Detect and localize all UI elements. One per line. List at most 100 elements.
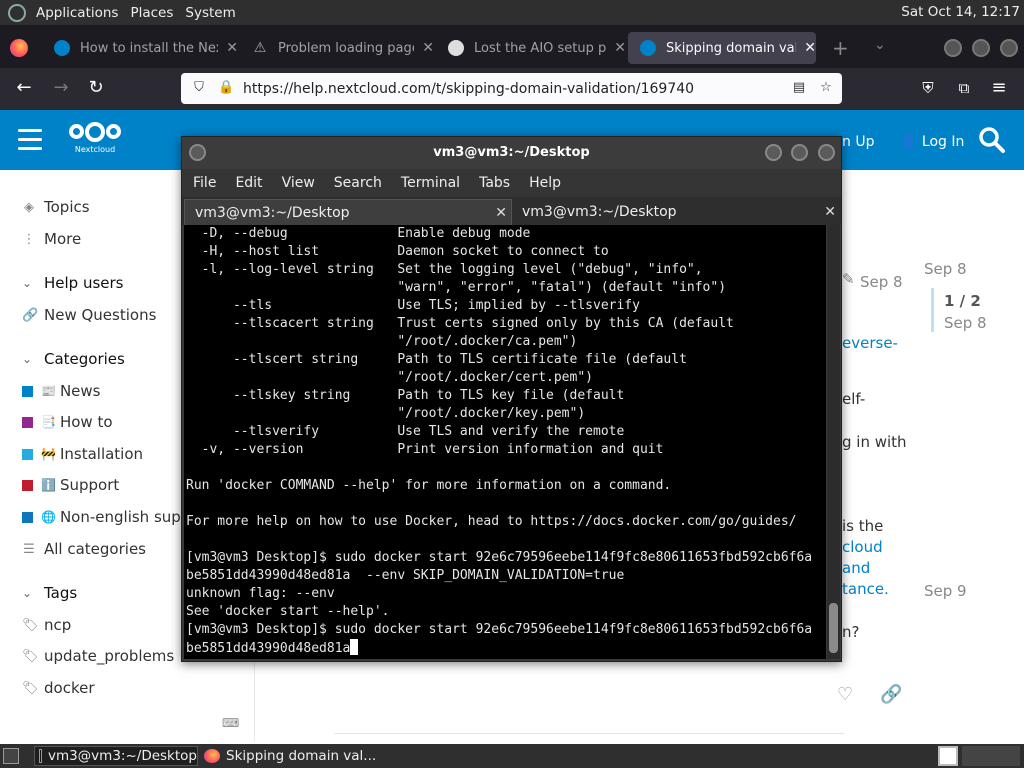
close-icon[interactable]: ✕ <box>495 200 507 226</box>
post-link-fragment[interactable]: cloud <box>842 538 883 556</box>
sign-up-button[interactable]: n Up <box>842 134 874 150</box>
close-icon[interactable]: ✕ <box>226 40 238 56</box>
reload-icon[interactable]: ↻ <box>85 77 107 99</box>
post-link-fragment[interactable]: and <box>842 559 870 577</box>
sidebar-item-tag-ncp[interactable]: 🏷 ncp <box>22 616 71 634</box>
hamburger-menu-icon[interactable] <box>18 129 42 151</box>
maximize-button[interactable] <box>972 39 990 57</box>
timeline-end-date[interactable]: Sep 9 <box>924 582 967 600</box>
post-date[interactable]: Sep 8 <box>860 273 903 291</box>
sidebar-item-topics[interactable]: ◈ Topics <box>22 198 90 216</box>
distro-logo-icon[interactable] <box>8 3 26 22</box>
sidebar-item-more[interactable]: ⋮ More <box>22 230 82 248</box>
pocket-icon[interactable]: ⛨ <box>917 77 939 99</box>
sidebar-item-all-categories[interactable]: ☰ All categories <box>22 540 146 558</box>
firefox-icon[interactable] <box>10 39 28 57</box>
section-categories[interactable]: ⌄ Categories <box>22 350 125 368</box>
tab-lost-aio[interactable]: Lost the AIO setup page ✕ <box>436 32 626 64</box>
menu-search[interactable]: Search <box>334 175 382 191</box>
sidebar-item-label: ncp <box>44 616 72 634</box>
minimize-button[interactable] <box>944 39 962 57</box>
sidebar-item-how-to[interactable]: 📑 How to <box>22 413 113 431</box>
nextcloud-icon <box>640 40 656 56</box>
keyboard-icon[interactable]: ⌨ <box>222 716 239 730</box>
window-menu-button[interactable] <box>189 144 206 161</box>
log-in-button[interactable]: 👤 Log In <box>900 134 964 150</box>
back-arrow-icon[interactable]: ← <box>13 77 35 99</box>
maximize-button[interactable] <box>791 144 808 161</box>
like-heart-icon[interactable]: ♡ <box>837 684 853 705</box>
applications-menu[interactable]: Applications <box>30 5 124 21</box>
timeline-scroller[interactable] <box>931 288 934 332</box>
close-icon[interactable]: ✕ <box>824 199 836 225</box>
taskbar-item-terminal[interactable]: vm3@vm3:~/Desktop <box>34 746 198 766</box>
close-window-button[interactable] <box>1000 39 1018 57</box>
section-tags[interactable]: ⌄ Tags <box>22 584 77 602</box>
terminal-line: -D, --debug Enable debug mode <box>186 226 531 241</box>
post-link-fragment[interactable]: tance. <box>842 580 889 598</box>
share-link-icon[interactable]: 🔗 <box>880 684 902 705</box>
taskbar-item-firefox[interactable]: Skipping domain val... <box>204 746 424 766</box>
reader-view-icon[interactable]: ▤ <box>791 80 807 96</box>
places-menu[interactable]: Places <box>124 5 179 21</box>
menu-file[interactable]: File <box>193 175 216 191</box>
tab-skipping-domain[interactable]: Skipping domain validation ✕ <box>628 32 816 64</box>
newspaper-icon: 📰 <box>41 384 56 398</box>
terminal-output[interactable]: -D, --debug Enable debug mode -H, --host… <box>184 225 826 659</box>
minimize-button[interactable] <box>765 144 782 161</box>
workspace-switcher[interactable] <box>962 746 1020 766</box>
url-text[interactable]: https://help.nextcloud.com/t/skipping-do… <box>243 81 694 97</box>
globe-icon: 🌐 <box>41 510 56 524</box>
shield-icon[interactable]: ⛉ <box>191 80 207 96</box>
url-bar[interactable]: ⛉ 🔒 https://help.nextcloud.com/t/skippin… <box>181 73 842 104</box>
new-tab-icon[interactable]: + <box>832 36 849 60</box>
close-icon[interactable]: ✕ <box>804 40 816 56</box>
tag-icon: 🏷 <box>22 617 39 633</box>
sidebar-item-support[interactable]: ℹ️ Support <box>22 476 119 494</box>
terminal-tab-1[interactable]: vm3@vm3:~/Desktop ✕ <box>184 199 512 225</box>
forward-arrow-icon[interactable]: → <box>50 77 72 99</box>
terminal-line: --tlskey string Path to TLS key file (de… <box>186 388 625 403</box>
post-link-fragment[interactable]: everse- <box>842 334 898 352</box>
terminal-title-bar[interactable]: vm3@vm3:~/Desktop <box>182 137 841 169</box>
nextcloud-logo[interactable]: Nextcloud <box>68 122 122 160</box>
sidebar-item-tag-update-problems[interactable]: 🏷 update_problems <box>22 647 174 665</box>
menu-icon[interactable]: ≡ <box>988 77 1010 99</box>
navigation-bar: ← → ↻ ⛉ 🔒 https://help.nextcloud.com/t/s… <box>0 68 1024 110</box>
log-in-label: Log In <box>921 134 965 150</box>
menu-edit[interactable]: Edit <box>235 175 262 191</box>
clock[interactable]: Sat Oct 14, 12:17 <box>901 4 1020 20</box>
system-menu[interactable]: System <box>179 5 241 21</box>
close-icon[interactable]: ✕ <box>422 40 434 56</box>
edit-pencil-icon[interactable]: ✎ <box>842 270 855 288</box>
sidebar-item-non-english[interactable]: 🌐 Non-english supp <box>22 508 190 526</box>
bookmark-star-icon[interactable]: ☆ <box>818 80 834 96</box>
scrollbar-thumb[interactable] <box>829 603 838 653</box>
timeline-start-date[interactable]: Sep 8 <box>924 260 967 278</box>
document-icon: 📑 <box>41 415 56 429</box>
sidebar-item-new-questions[interactable]: 🔗 New Questions <box>22 306 156 324</box>
chevron-down-icon[interactable]: ⌄ <box>874 37 886 53</box>
tab-how-to-install[interactable]: How to install the Nextcloud ✕ <box>42 32 238 64</box>
close-icon[interactable]: ✕ <box>614 40 626 56</box>
terminal-tab-2[interactable]: vm3@vm3:~/Desktop ✕ <box>512 199 840 225</box>
tab-problem-loading[interactable]: ⚠ Problem loading page ✕ <box>240 32 434 64</box>
close-window-button[interactable] <box>818 144 835 161</box>
show-desktop-button[interactable] <box>3 748 19 764</box>
section-help-users[interactable]: ⌄ Help users <box>22 274 124 292</box>
sidebar-item-tag-docker[interactable]: 🏷 docker <box>22 679 95 697</box>
category-color-swatch <box>22 511 33 523</box>
sidebar-item-installation[interactable]: 🚧 Installation <box>22 445 143 463</box>
extensions-icon[interactable]: ⧉ <box>953 77 975 99</box>
sidebar-item-news[interactable]: 📰 News <box>22 382 101 400</box>
menu-tabs[interactable]: Tabs <box>479 175 510 191</box>
terminal-window[interactable]: vm3@vm3:~/Desktop File Edit View Search … <box>181 136 842 662</box>
menu-help[interactable]: Help <box>529 175 561 191</box>
terminal-scrollbar[interactable] <box>827 225 840 659</box>
menu-terminal[interactable]: Terminal <box>401 175 460 191</box>
lock-icon[interactable]: 🔒 <box>218 80 234 96</box>
menu-view[interactable]: View <box>282 175 315 191</box>
workspace-1[interactable] <box>938 746 958 766</box>
terminal-line: "/root/.docker/key.pem") <box>186 406 586 421</box>
search-icon[interactable] <box>978 126 1006 154</box>
